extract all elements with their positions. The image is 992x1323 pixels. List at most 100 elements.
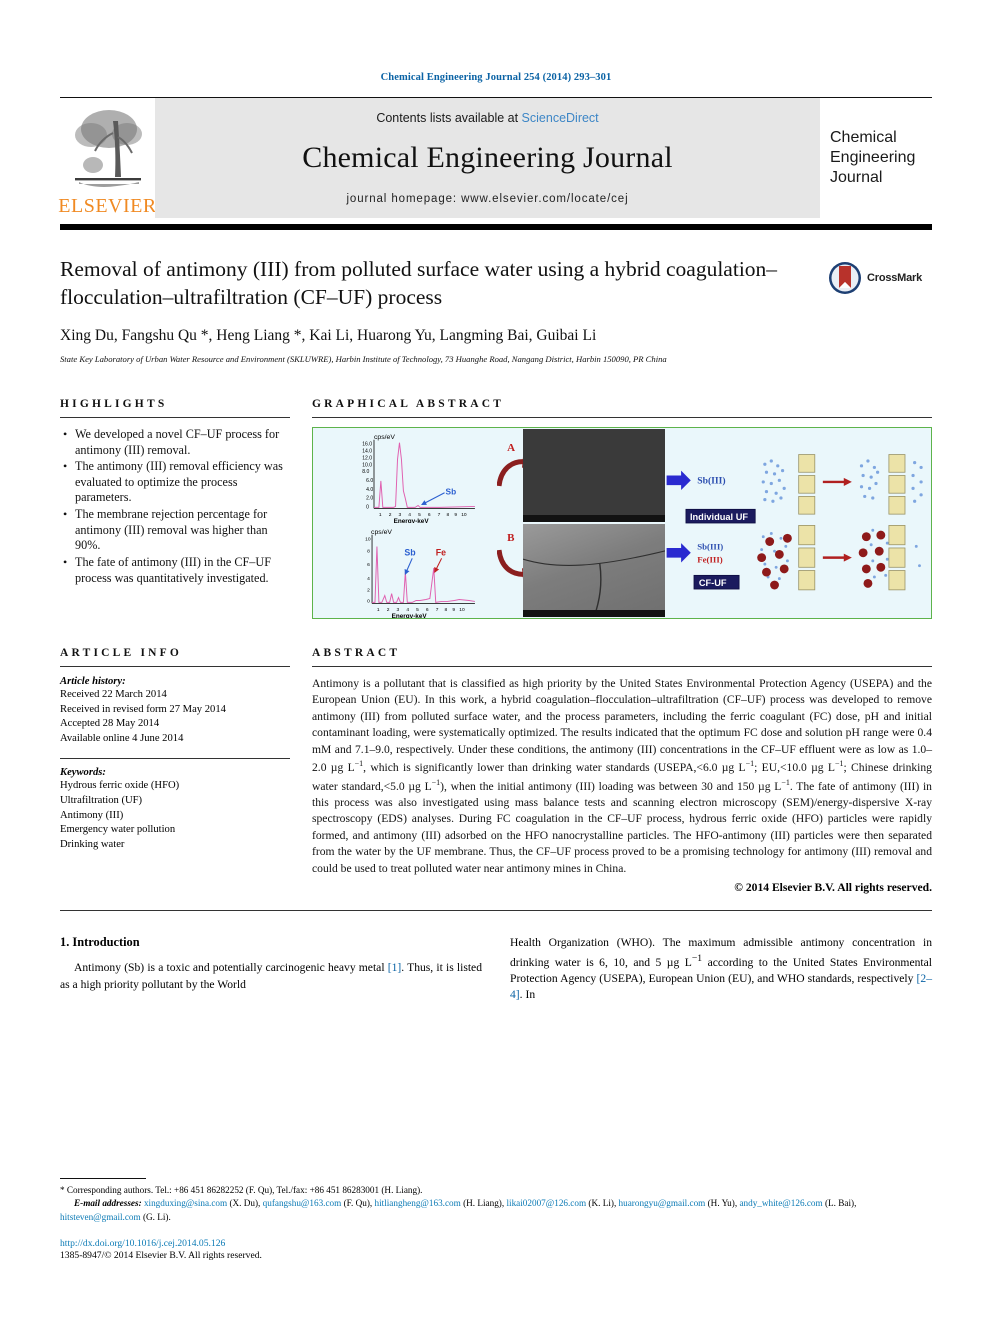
email-owner: (K. Li) xyxy=(588,1198,614,1209)
svg-text:16.0: 16.0 xyxy=(362,442,372,448)
svg-text:8: 8 xyxy=(447,512,450,518)
svg-text:6: 6 xyxy=(367,562,370,568)
email-link[interactable]: qufangshu@163.com xyxy=(263,1198,342,1208)
intro-sup: −1 xyxy=(691,952,703,964)
sem-image-a xyxy=(523,429,666,523)
svg-text:4: 4 xyxy=(367,576,370,582)
svg-text:14.0: 14.0 xyxy=(362,449,372,455)
page-title: Removal of antimony (III) from polluted … xyxy=(60,257,778,309)
abstract-copyright: © 2014 Elsevier B.V. All rights reserved… xyxy=(734,881,932,895)
svg-text:9: 9 xyxy=(454,512,457,518)
svg-text:8.0: 8.0 xyxy=(362,469,369,475)
email-owner: (L. Bai) xyxy=(824,1198,855,1209)
journal-page: Chemical Engineering Journal 254 (2014) … xyxy=(0,0,992,1323)
journal-title: Chemical Engineering Journal xyxy=(302,141,673,174)
masthead-center: Contents lists available at ScienceDirec… xyxy=(155,98,820,218)
article-history-item: Received 22 March 2014 xyxy=(60,689,167,701)
svg-text:2: 2 xyxy=(389,512,392,518)
article-info-heading: ARTICLE INFO xyxy=(60,647,183,660)
label-sb-bottom: Sb(III) xyxy=(697,542,723,552)
band-bottom-rule xyxy=(60,910,932,912)
footnote-rule xyxy=(60,1177,146,1179)
svg-text:12.0: 12.0 xyxy=(362,455,372,461)
chart-a-annotation-sb: Sb xyxy=(446,487,457,497)
list-item: The antimony (III) removal efficiency wa… xyxy=(63,459,290,506)
svg-text:0: 0 xyxy=(366,504,369,510)
journal-homepage[interactable]: journal homepage: www.elsevier.com/locat… xyxy=(346,193,628,205)
citation-link[interactable]: [1] xyxy=(388,961,402,974)
journal-masthead: ELSEVIER Contents lists available at Sci… xyxy=(58,98,932,218)
svg-text:1: 1 xyxy=(379,512,382,518)
graphical-abstract-figure: cps/eV 16.0 14.0 12.0 10.0 8.0 6.0 4.0 2… xyxy=(312,427,932,620)
abstract-sup: −1 xyxy=(431,777,441,787)
abstract-column: ABSTRACT Antimony is a pollutant that is… xyxy=(312,647,932,894)
body-column-left: 1. Introduction Antimony (Sb) is a toxic… xyxy=(60,935,482,1004)
body-columns: 1. Introduction Antimony (Sb) is a toxic… xyxy=(60,935,932,1004)
eds-chart-a: cps/eV 16.0 14.0 12.0 10.0 8.0 6.0 4.0 2… xyxy=(362,434,475,523)
article-history-item: Accepted 28 May 2014 xyxy=(60,718,160,730)
email-link[interactable]: andy_white@126.com xyxy=(739,1198,822,1208)
contents-line: Contents lists available at ScienceDirec… xyxy=(376,111,598,125)
email-owner: (H. Liang) xyxy=(463,1198,502,1209)
svg-text:0: 0 xyxy=(367,598,370,604)
intro-paragraph-left: Antimony (Sb) is a toxic and potentially… xyxy=(60,960,482,993)
chart-a-ylabel: cps/eV xyxy=(374,434,395,441)
highlights-heading: HIGHLIGHTS xyxy=(60,398,168,411)
chart-b-ylabel: cps/eV xyxy=(371,529,392,536)
keyword-item: Drinking water xyxy=(60,838,125,850)
membrane-top-right xyxy=(888,454,906,515)
article-history-item: Received in revised form 27 May 2014 xyxy=(60,703,226,715)
sem-grain-boundaries xyxy=(523,550,666,618)
keyword-item: Ultrafiltration (UF) xyxy=(60,795,143,807)
abstract-sup: −1 xyxy=(354,759,364,769)
abstract-heading: ABSTRACT xyxy=(312,647,401,660)
email-link[interactable]: likai02007@126.com xyxy=(506,1198,586,1208)
list-item: We developed a novel CF–UF process for a… xyxy=(63,427,290,458)
email-link[interactable]: hitliangheng@163.com xyxy=(375,1198,461,1208)
cover-line-3: Journal xyxy=(830,169,883,186)
doi-link[interactable]: http://dx.doi.org/10.1016/j.cej.2014.05.… xyxy=(60,1238,932,1249)
cover-line-2: Engineering xyxy=(830,149,916,166)
svg-text:10: 10 xyxy=(459,607,465,613)
chart-b-annotation-sb: Sb xyxy=(404,547,416,557)
journal-cover-title: Chemical Engineering Journal xyxy=(820,98,932,218)
email-owner: (F. Qu) xyxy=(343,1198,370,1209)
author-list: Xing Du, Fangshu Qu *, Heng Liang *, Kai… xyxy=(60,327,597,345)
email-link[interactable]: xingduxing@sina.com xyxy=(144,1198,227,1208)
svg-text:7: 7 xyxy=(436,607,439,613)
intro-frag: Antimony (Sb) is a toxic and potentially… xyxy=(74,961,388,975)
svg-text:2: 2 xyxy=(387,607,390,613)
process-schematic-svg: Sb(III) Sb(III) Fe(III) Individual UF CF… xyxy=(666,454,923,591)
footnotes: * Corresponding authors. Tel.: +86 451 8… xyxy=(60,1177,932,1261)
section-heading-introduction: 1. Introduction xyxy=(60,935,140,950)
email-link[interactable]: hitsteven@gmail.com xyxy=(60,1212,141,1222)
blue-arrow-bottom-icon xyxy=(666,543,692,563)
email-addresses-note: E-mail addresses: xingduxing@sina.com (X… xyxy=(60,1198,857,1222)
contents-prefix: Contents lists available at xyxy=(376,111,522,125)
highlights-column: HIGHLIGHTS We developed a novel CF–UF pr… xyxy=(60,398,312,619)
sb-particles-top-permeate xyxy=(911,461,923,503)
article-info-column: ARTICLE INFO Article history: Received 2… xyxy=(60,647,312,894)
sem-image-b xyxy=(523,524,666,618)
crossmark-label: CrossMark xyxy=(867,272,923,284)
article-history-label: Article history: xyxy=(60,676,126,688)
sb-particles-bottom-permeate xyxy=(915,544,922,568)
elsevier-wordmark: ELSEVIER xyxy=(58,195,157,217)
panel-a-label: A xyxy=(507,442,516,455)
graphical-abstract-heading: GRAPHICAL ABSTRACT xyxy=(312,398,505,411)
svg-text:8: 8 xyxy=(367,548,370,554)
email-owner: (X. Du) xyxy=(229,1198,259,1209)
graphical-abstract-rule xyxy=(312,417,932,419)
abstract-frag: Antimony is a pollutant that is classifi… xyxy=(312,677,932,740)
svg-text:9: 9 xyxy=(452,607,455,613)
sciencedirect-link[interactable]: ScienceDirect xyxy=(522,111,599,125)
crossmark-badge[interactable]: CrossMark xyxy=(828,258,932,298)
abstract-rule xyxy=(312,666,932,668)
article-info-rule xyxy=(60,666,290,668)
masthead-bottom-rule xyxy=(60,224,932,230)
intro-frag: . In xyxy=(519,988,536,1002)
svg-text:10.0: 10.0 xyxy=(362,462,372,468)
email-link[interactable]: huarongyu@gmail.com xyxy=(619,1198,706,1208)
eds-chart-b: cps/eV 1086 420 123 456 789 10 Energy-ke… xyxy=(365,529,476,618)
svg-text:10: 10 xyxy=(365,537,371,543)
